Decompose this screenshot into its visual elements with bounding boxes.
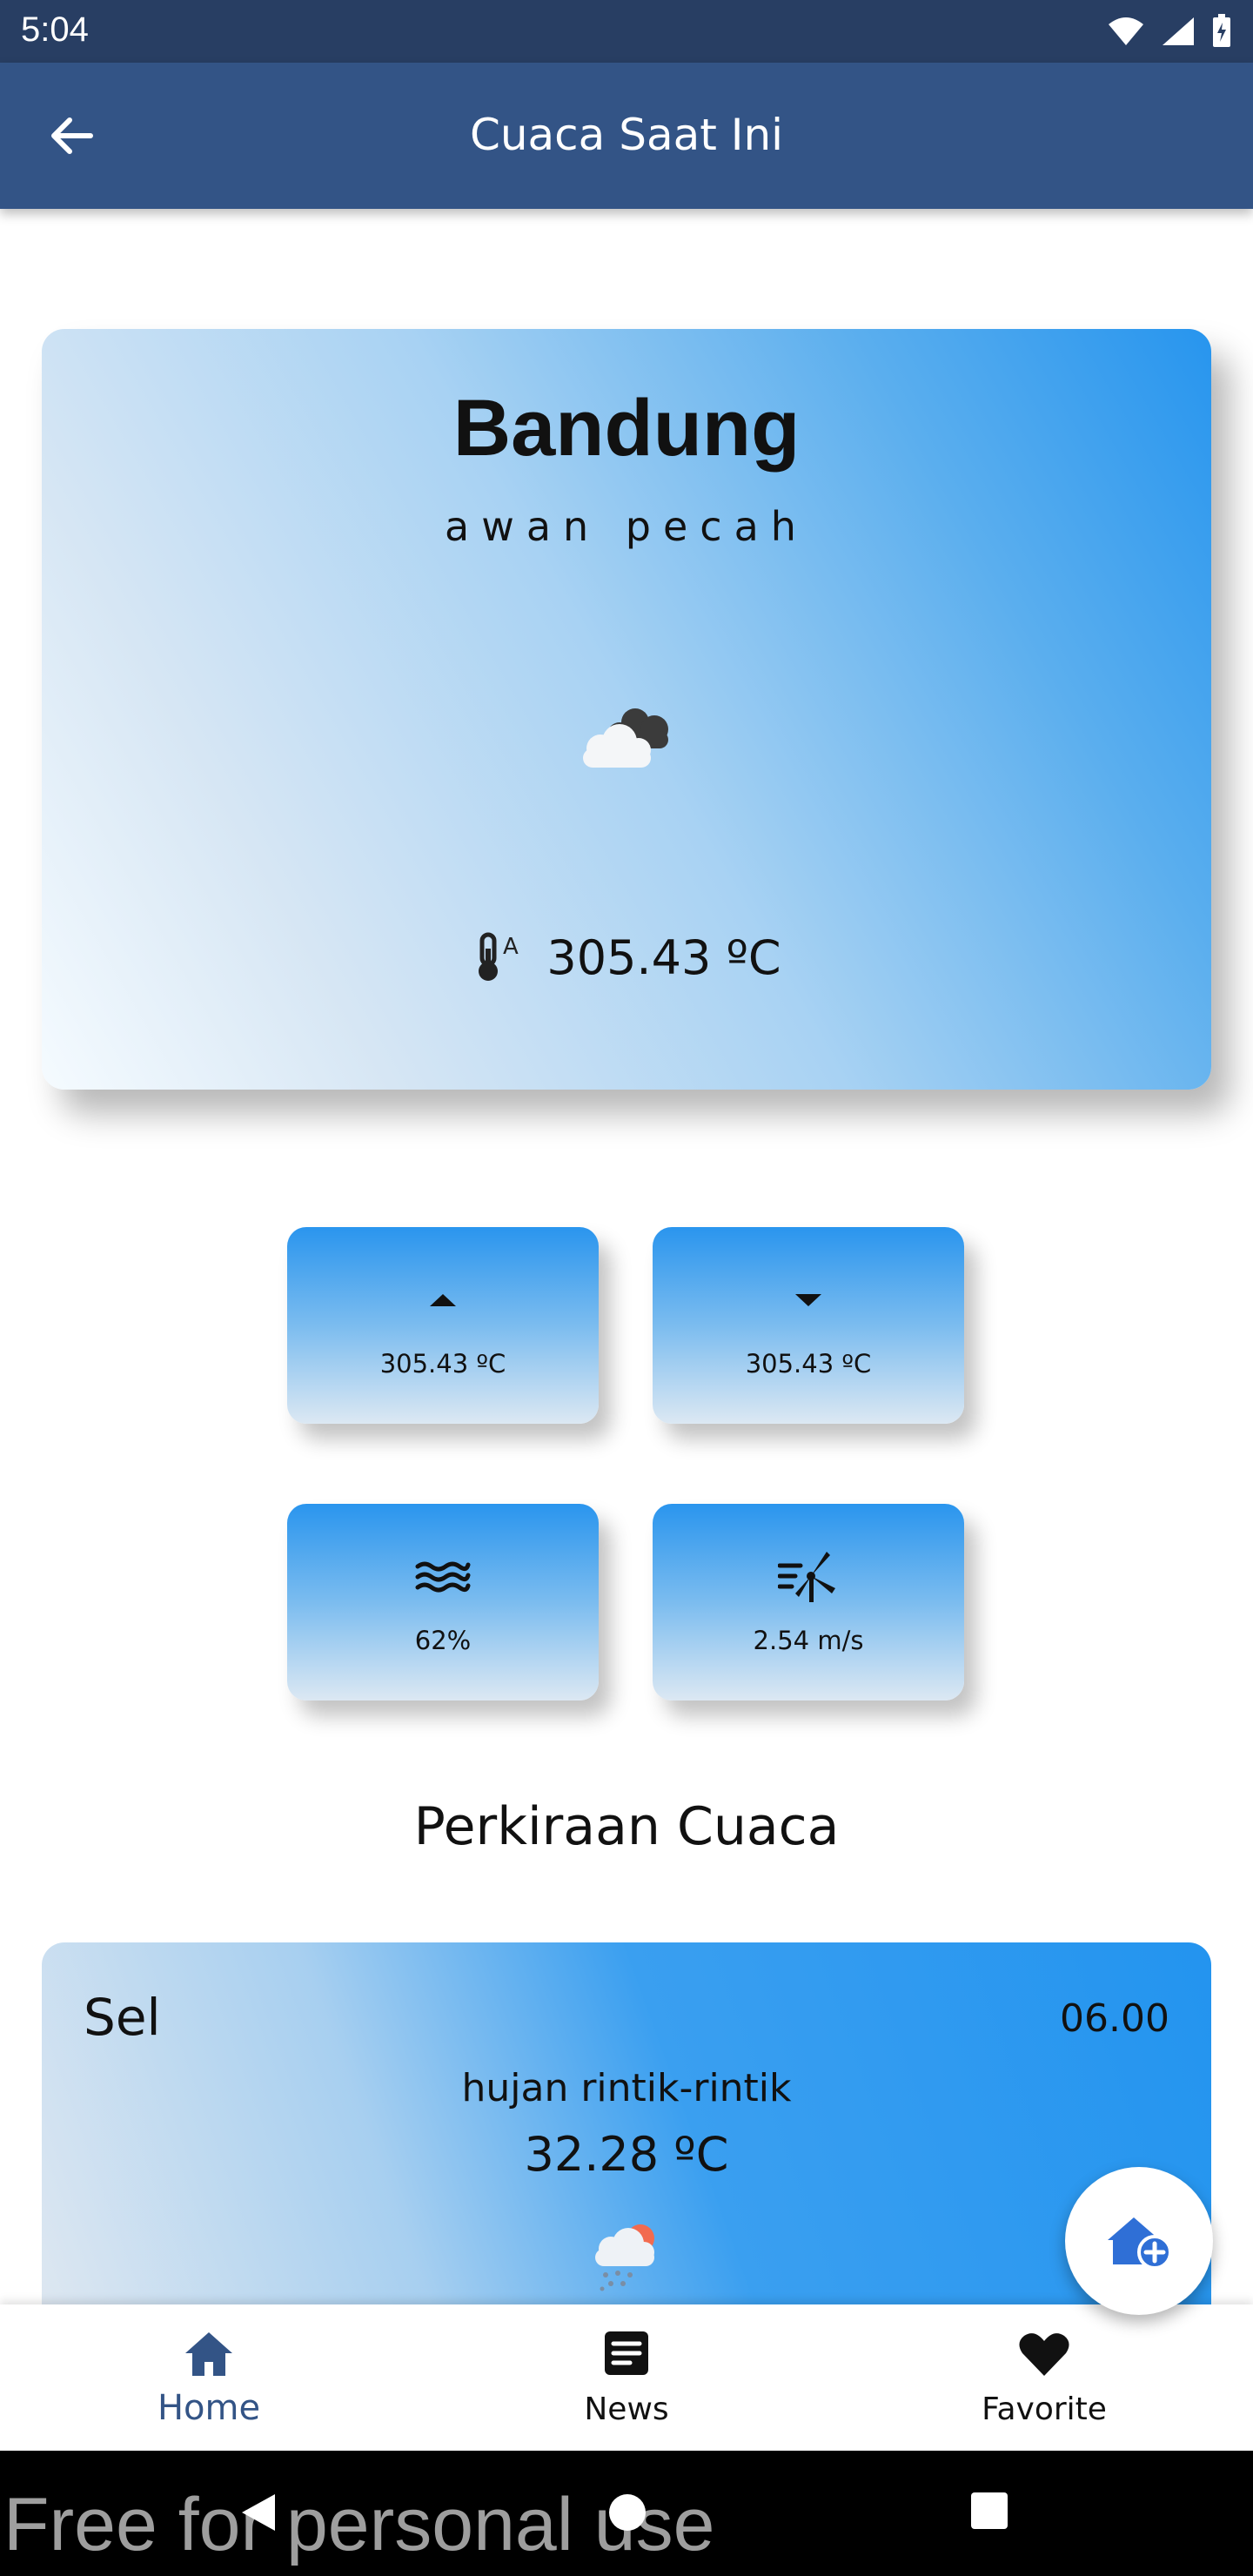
watermark-text: Free for personal use xyxy=(3,2483,715,2566)
temp-max-value: 305.43 ºC xyxy=(379,1349,506,1379)
wind-speed-value: 2.54 m/s xyxy=(753,1626,864,1655)
system-recents-icon[interactable] xyxy=(969,2491,1009,2531)
forecast-section-title: Perkiraan Cuaca xyxy=(413,1796,840,1857)
status-icons xyxy=(1107,12,1232,50)
nav-news-label: News xyxy=(584,2392,669,2427)
nav-home-label: Home xyxy=(157,2388,261,2428)
current-temperature: 305.43 ºC xyxy=(546,929,781,985)
broken-clouds-icon xyxy=(583,708,668,768)
arrow-up-icon xyxy=(430,1294,456,1306)
nav-news[interactable]: News xyxy=(418,2304,835,2451)
arrow-down-icon xyxy=(795,1294,821,1306)
temp-max-tile: 305.43 ºC xyxy=(287,1227,599,1424)
nav-home[interactable]: Home xyxy=(0,2304,418,2451)
home-icon xyxy=(185,2332,232,2376)
forecast-description: hujan rintik-rintik xyxy=(461,2066,792,2110)
forecast-time: 06.00 xyxy=(1060,1996,1169,2041)
heart-icon xyxy=(1019,2333,1069,2376)
status-bar: 5:04 xyxy=(0,0,1253,63)
wind-tile: 2.54 m/s xyxy=(653,1504,964,1701)
humidity-value: 62% xyxy=(414,1626,472,1655)
wind-turbine-icon xyxy=(778,1552,835,1602)
forecast-day: Sel xyxy=(84,1988,161,2047)
add-home-icon xyxy=(1108,2217,1172,2270)
temp-min-value: 305.43 ºC xyxy=(745,1349,872,1379)
nav-favorite-label: Favorite xyxy=(982,2392,1107,2427)
thermometer-icon: A xyxy=(479,932,519,981)
news-icon xyxy=(605,2331,648,2375)
app-bar: Cuaca Saat Ini xyxy=(0,63,1253,209)
bottom-navigation: Home News Favorite xyxy=(0,2304,1253,2451)
temperature-row: A 305.43 ºC xyxy=(42,929,1211,985)
current-weather-card: Bandung awan pecah A 305.43 ºC xyxy=(42,329,1211,1090)
signal-icon xyxy=(1163,17,1194,45)
light-rain-icon xyxy=(595,2224,654,2291)
battery-charging-icon xyxy=(1213,14,1230,47)
svg-text:A: A xyxy=(503,934,519,960)
add-location-fab[interactable] xyxy=(1065,2167,1213,2315)
humidity-tile: 62% xyxy=(287,1504,599,1701)
humidity-waves-icon xyxy=(415,1561,471,1593)
temp-min-tile: 305.43 ºC xyxy=(653,1227,964,1424)
status-time: 5:04 xyxy=(21,10,89,49)
forecast-temperature: 32.28 ºC xyxy=(524,2127,729,2182)
nav-favorite[interactable]: Favorite xyxy=(835,2304,1253,2451)
wifi-icon xyxy=(1109,17,1143,45)
forecast-card[interactable]: Sel 06.00 hujan rintik-rintik 32.28 ºC xyxy=(42,1942,1211,2308)
weather-description: awan pecah xyxy=(445,503,808,550)
page-title: Cuaca Saat Ini xyxy=(469,110,784,160)
city-name: Bandung xyxy=(452,384,801,473)
